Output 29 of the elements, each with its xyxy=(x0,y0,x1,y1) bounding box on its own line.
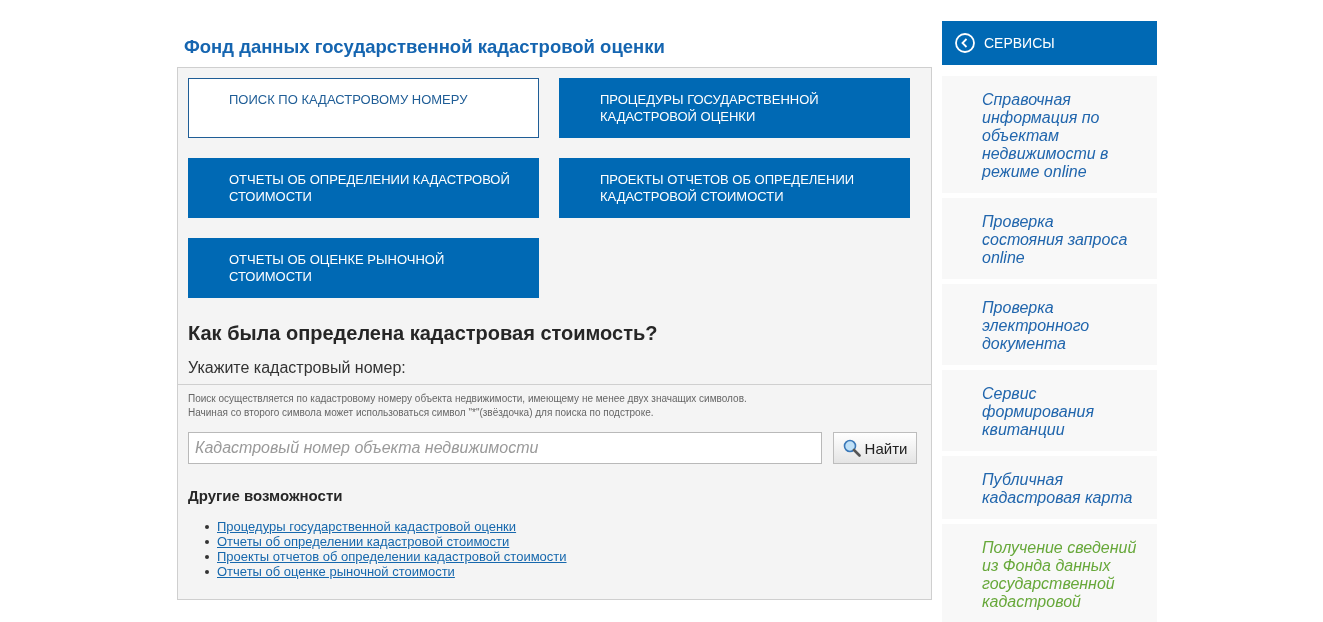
page-title: Фонд данных государственной кадастровой оценки xyxy=(184,35,666,58)
search-button[interactable]: Найти xyxy=(833,432,917,464)
section-tile[interactable]: ПРОЦЕДУРЫ ГОСУДАРСТВЕННОЙ КАДАСТРОВОЙ ОЦЕНКИ xyxy=(559,78,910,138)
section-heading: Как была определена кадастровая стоимость? xyxy=(188,321,659,346)
hint-text: Поиск осуществляется по кадастровому номеру объекта недвижимости, имеющему не менее двух значащих символов. xyxy=(188,392,748,406)
section-tile[interactable]: ПОИСК ПО КАДАСТРОВОМУ НОМЕРУ xyxy=(188,78,539,138)
services-title: СЕРВИСЫ xyxy=(984,35,1055,51)
bullet-icon xyxy=(205,539,209,544)
hint-text: Начиная со второго символа может использоваться символ "*"(звёздочка) для поиска по подстроке. xyxy=(188,406,655,420)
service-link[interactable]: Справочная информация по объектам недвижимости в режиме online xyxy=(942,76,1157,193)
bullet-icon xyxy=(205,569,209,574)
bullet-icon xyxy=(205,524,209,529)
option-link[interactable]: Отчеты об оценке рыночной стоимости xyxy=(217,564,455,579)
bullet-icon xyxy=(205,554,209,559)
search-icon xyxy=(842,439,861,457)
service-link[interactable]: Публичная кадастровая карта xyxy=(942,456,1157,519)
section-tile[interactable]: ОТЧЕТЫ ОБ ОЦЕНКЕ РЫНОЧНОЙ СТОИМОСТИ xyxy=(188,238,539,298)
back-circle-icon[interactable] xyxy=(955,33,975,53)
service-link[interactable]: Проверка электронного документа xyxy=(942,284,1157,365)
section-tile[interactable]: ПРОЕКТЫ ОТЧЕТОВ ОБ ОПРЕДЕЛЕНИИ КАДАСТРОВОЙ СТОИМОСТИ xyxy=(559,158,910,218)
field-prompt: Укажите кадастровый номер: xyxy=(188,358,407,378)
service-link[interactable]: Сервис формирования квитанции xyxy=(942,370,1157,451)
other-options-heading: Другие возможности xyxy=(188,486,344,506)
option-link[interactable]: Проекты отчетов об определении кадастровой стоимости xyxy=(217,549,567,564)
cadastral-number-field[interactable]: Кадастровый номер объекта недвижимости xyxy=(188,432,822,464)
option-link[interactable]: Процедуры государственной кадастровой оценки xyxy=(217,519,517,534)
option-link[interactable]: Отчеты об определении кадастровой стоимости xyxy=(217,534,510,549)
section-tile[interactable]: ОТЧЕТЫ ОБ ОПРЕДЕЛЕНИИ КАДАСТРОВОЙ СТОИМОСТИ xyxy=(188,158,539,218)
service-link[interactable]: Проверка состояния запроса online xyxy=(942,198,1157,279)
